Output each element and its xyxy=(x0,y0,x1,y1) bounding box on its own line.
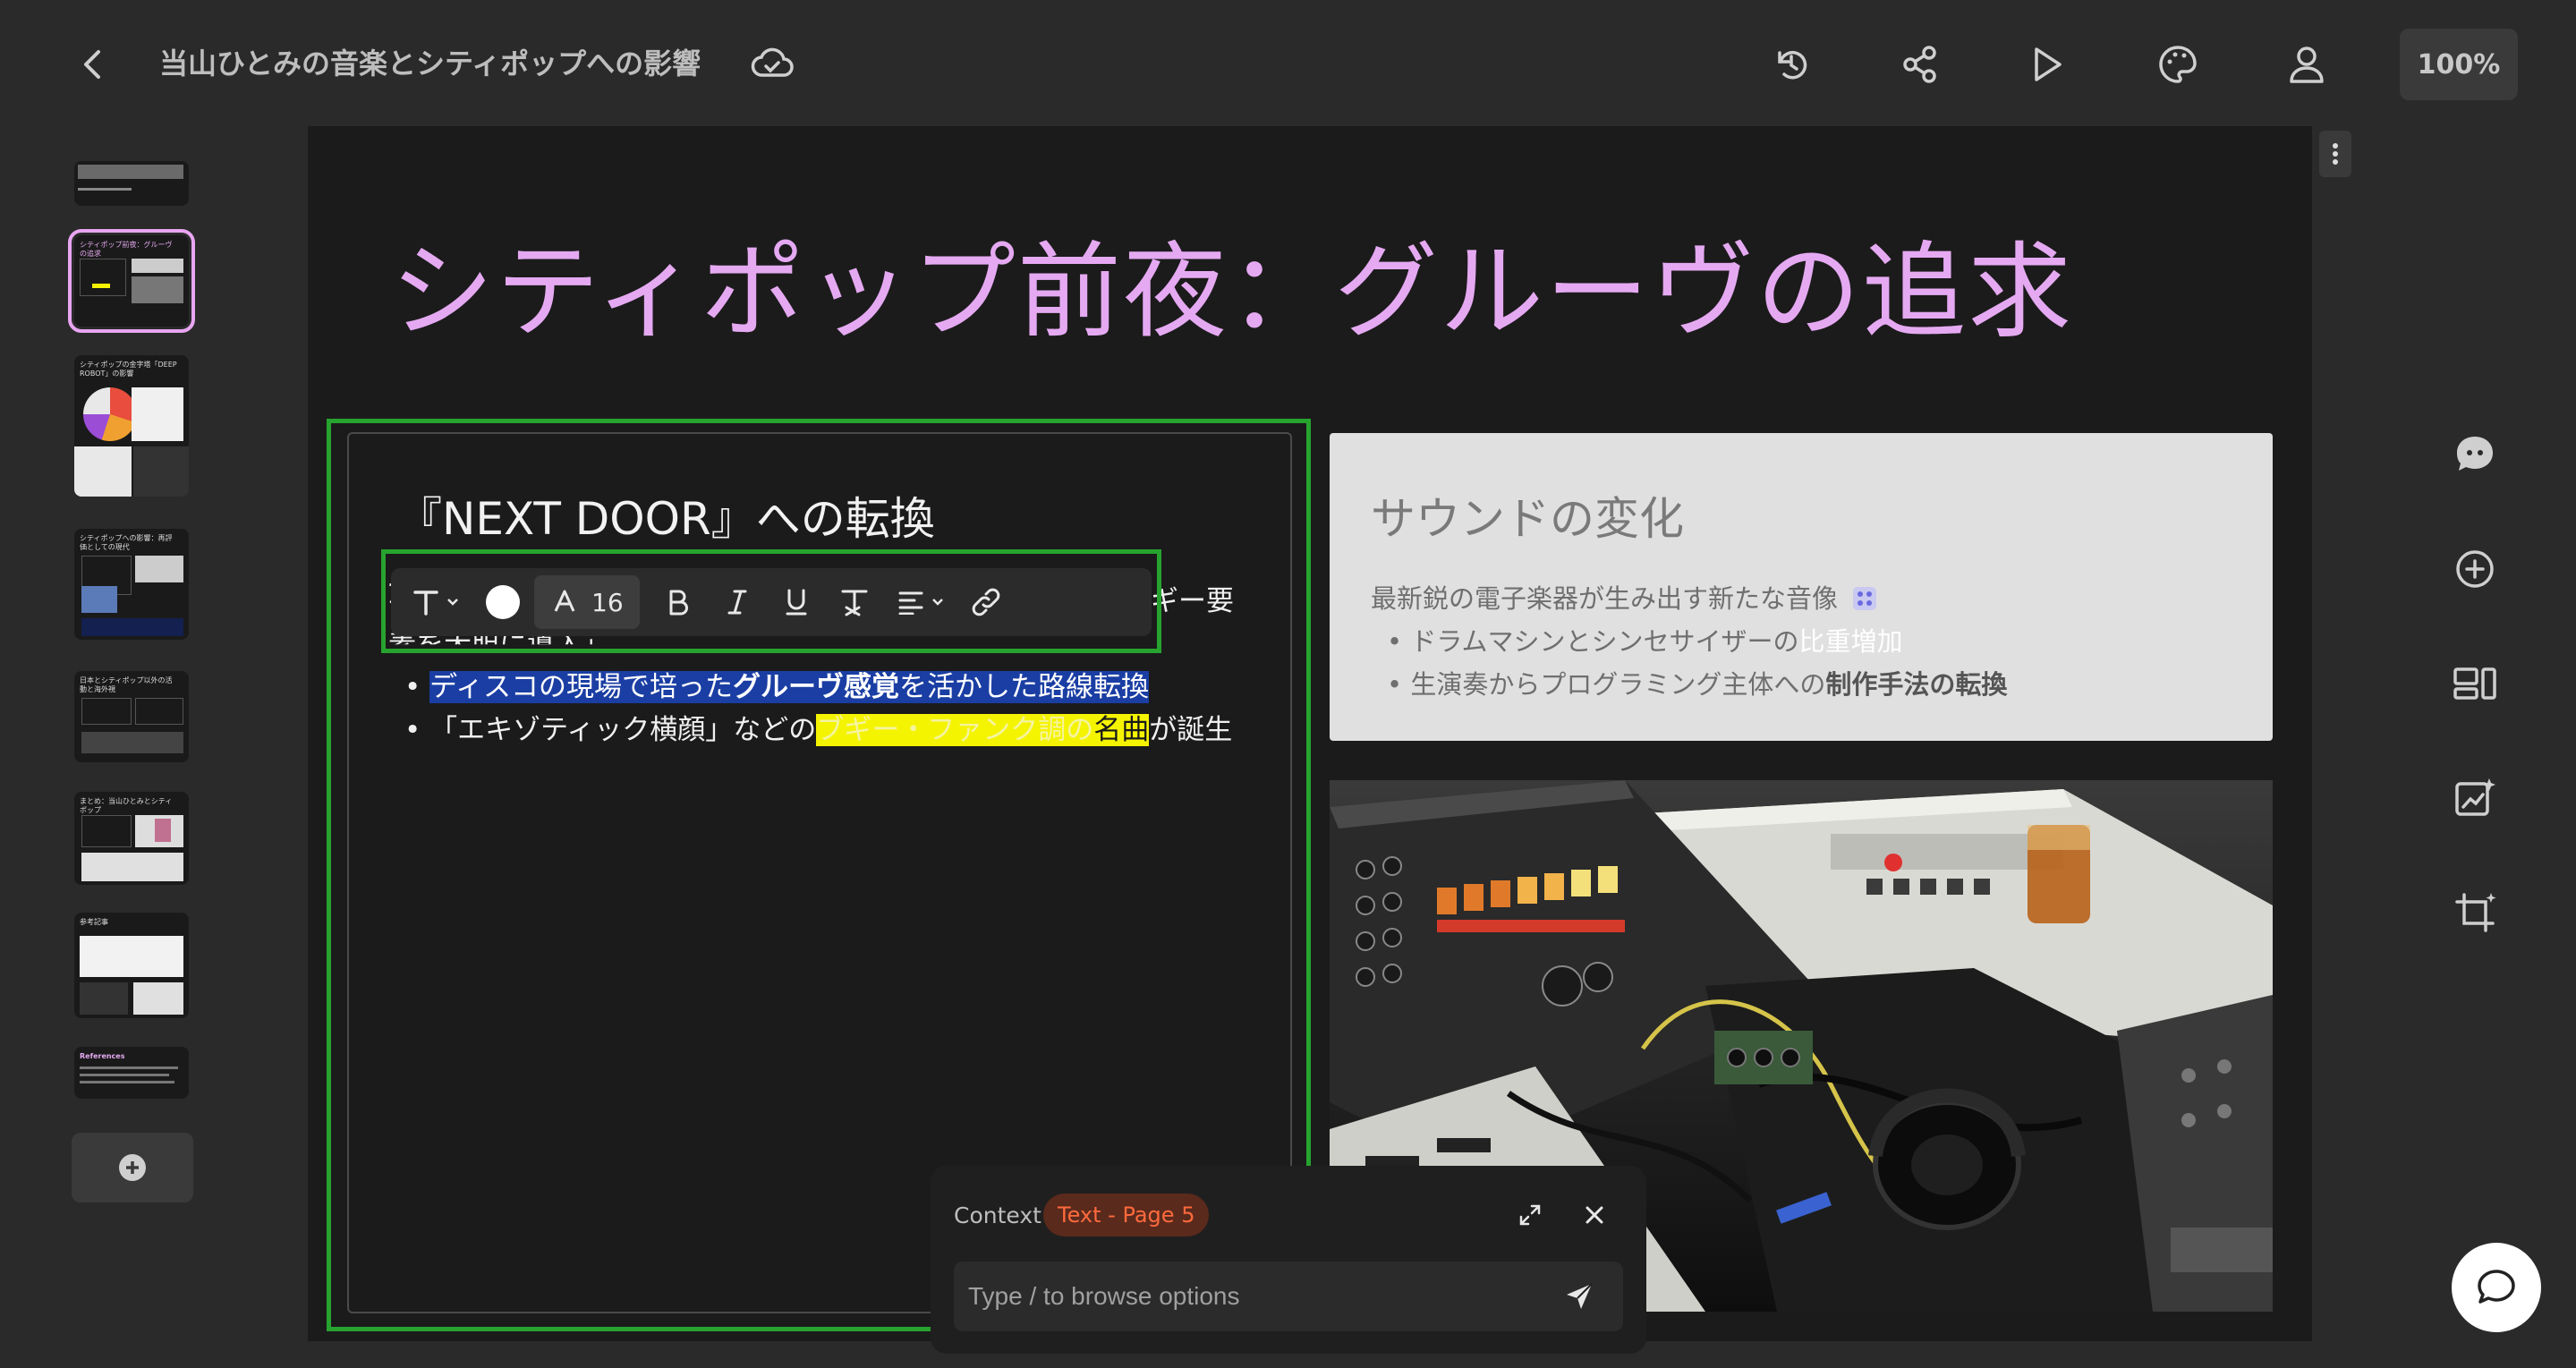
slide-thumbnail-6[interactable]: まとめ：当山ひとみとシティポップ xyxy=(74,792,189,885)
slide-title[interactable]: シティポップ前夜：グルーヴの追求 xyxy=(390,208,2073,358)
cloud-saved-icon xyxy=(750,45,795,84)
ai-assistant-button[interactable] xyxy=(2446,426,2504,483)
send-icon xyxy=(1567,1283,1593,1309)
history-icon xyxy=(1778,50,1807,80)
sound-bullet-1-prefix: ドラムマシンとシンセサイザーの xyxy=(1410,626,1799,657)
thumbnail-title: シティポップへの影響：再評価としての現代 xyxy=(80,534,173,551)
sound-bullet-2: • 生演奏からプログラミング主体への制作手法の転換 xyxy=(1387,664,2007,701)
thumbnail-title: 日本とシティポップ以外の活動と海外視 xyxy=(80,676,173,693)
plus-circle-icon xyxy=(119,1154,146,1181)
thumbnail-title: まとめ：当山ひとみとシティポップ xyxy=(80,797,173,814)
send-button[interactable] xyxy=(1557,1274,1602,1319)
user-icon xyxy=(2290,47,2324,83)
account-button[interactable] xyxy=(2278,36,2335,93)
sound-bullet-2-prefix: 生演奏からプログラミング主体への xyxy=(1410,669,1826,700)
assistant-icon xyxy=(2457,437,2493,471)
close-icon xyxy=(1586,1206,1603,1224)
more-vertical-icon xyxy=(2333,143,2338,165)
add-slide-button[interactable] xyxy=(72,1133,193,1202)
thumbnail-title: シティポップの金字塔「DEEP ROBOT」の影響 xyxy=(80,361,177,378)
context-label: Context xyxy=(954,1202,1041,1228)
slide-thumbnail-7[interactable]: 参考記事 xyxy=(74,913,189,1018)
thumbnail-title: シティポップ前夜：グルーヴの追求 xyxy=(80,241,173,258)
plus-circle-icon xyxy=(2456,550,2494,588)
present-button[interactable] xyxy=(2019,36,2076,93)
prompt-input[interactable] xyxy=(954,1262,1623,1331)
lead-text: 最新鋭の電子楽器が生み出す新たな音像 xyxy=(1371,583,1839,614)
bullet-dot: • xyxy=(1387,669,1411,700)
play-icon xyxy=(2035,47,2062,81)
add-element-button[interactable] xyxy=(2446,540,2504,598)
chat-button[interactable] xyxy=(2452,1243,2541,1332)
slide-thumbnail-2[interactable]: シティポップ前夜：グルーヴの追求 xyxy=(68,229,195,333)
sound-bullet-1: • ドラムマシンとシンセサイザーの比重増加 xyxy=(1387,621,1902,659)
zoom-level-button[interactable]: 100% xyxy=(2400,29,2518,100)
slide-thumbnail-1[interactable] xyxy=(74,161,189,206)
share-button[interactable] xyxy=(1892,36,1949,93)
slide-thumbnail-5[interactable]: 日本とシティポップ以外の活動と海外視 xyxy=(74,671,189,762)
back-button[interactable] xyxy=(66,38,120,91)
crop-sparkle-icon xyxy=(2455,893,2496,932)
close-panel-button[interactable] xyxy=(1575,1195,1614,1235)
chart-sparkle-icon xyxy=(2455,778,2495,816)
slide-thumbnail-4[interactable]: シティポップへの影響：再評価としての現代 xyxy=(74,529,189,640)
resize-frame-button[interactable] xyxy=(2446,884,2504,941)
thumbnail-title: 参考記事 xyxy=(80,918,108,926)
document-title[interactable]: 当山ひとみの音楽とシティポップへの影響 xyxy=(159,41,701,82)
palette-icon xyxy=(2159,46,2197,83)
insert-chart-button[interactable] xyxy=(2446,769,2504,827)
sound-change-heading: サウンドの変化 xyxy=(1371,493,1684,545)
slide-options-button[interactable] xyxy=(2319,131,2351,177)
thumbnail-title: References xyxy=(80,1052,125,1060)
sound-bullet-1-emphasis: 比重増加 xyxy=(1798,626,1903,657)
theme-button[interactable] xyxy=(2149,36,2206,93)
share-icon xyxy=(1903,46,1936,83)
layout-icon xyxy=(2453,667,2496,700)
expand-icon xyxy=(1519,1204,1541,1226)
sparkle-icon xyxy=(1853,587,1877,610)
chevron-left-icon xyxy=(84,50,100,79)
context-chip[interactable]: Text - Page 5 xyxy=(1043,1194,1210,1236)
sound-bullet-2-bold: 制作手法の転換 xyxy=(1825,669,2008,700)
sound-change-lead: 最新鋭の電子楽器が生み出す新たな音像 xyxy=(1371,578,1878,616)
bullet-dot: • xyxy=(1387,626,1411,657)
slide-thumbnail-8[interactable]: References xyxy=(74,1047,189,1099)
expand-panel-button[interactable] xyxy=(1510,1195,1550,1235)
layout-button[interactable] xyxy=(2446,655,2504,712)
history-button[interactable] xyxy=(1763,36,1820,93)
chat-bubble-icon xyxy=(2478,1270,2515,1304)
slide-thumbnail-3[interactable]: シティポップの金字塔「DEEP ROBOT」の影響 xyxy=(74,355,189,497)
